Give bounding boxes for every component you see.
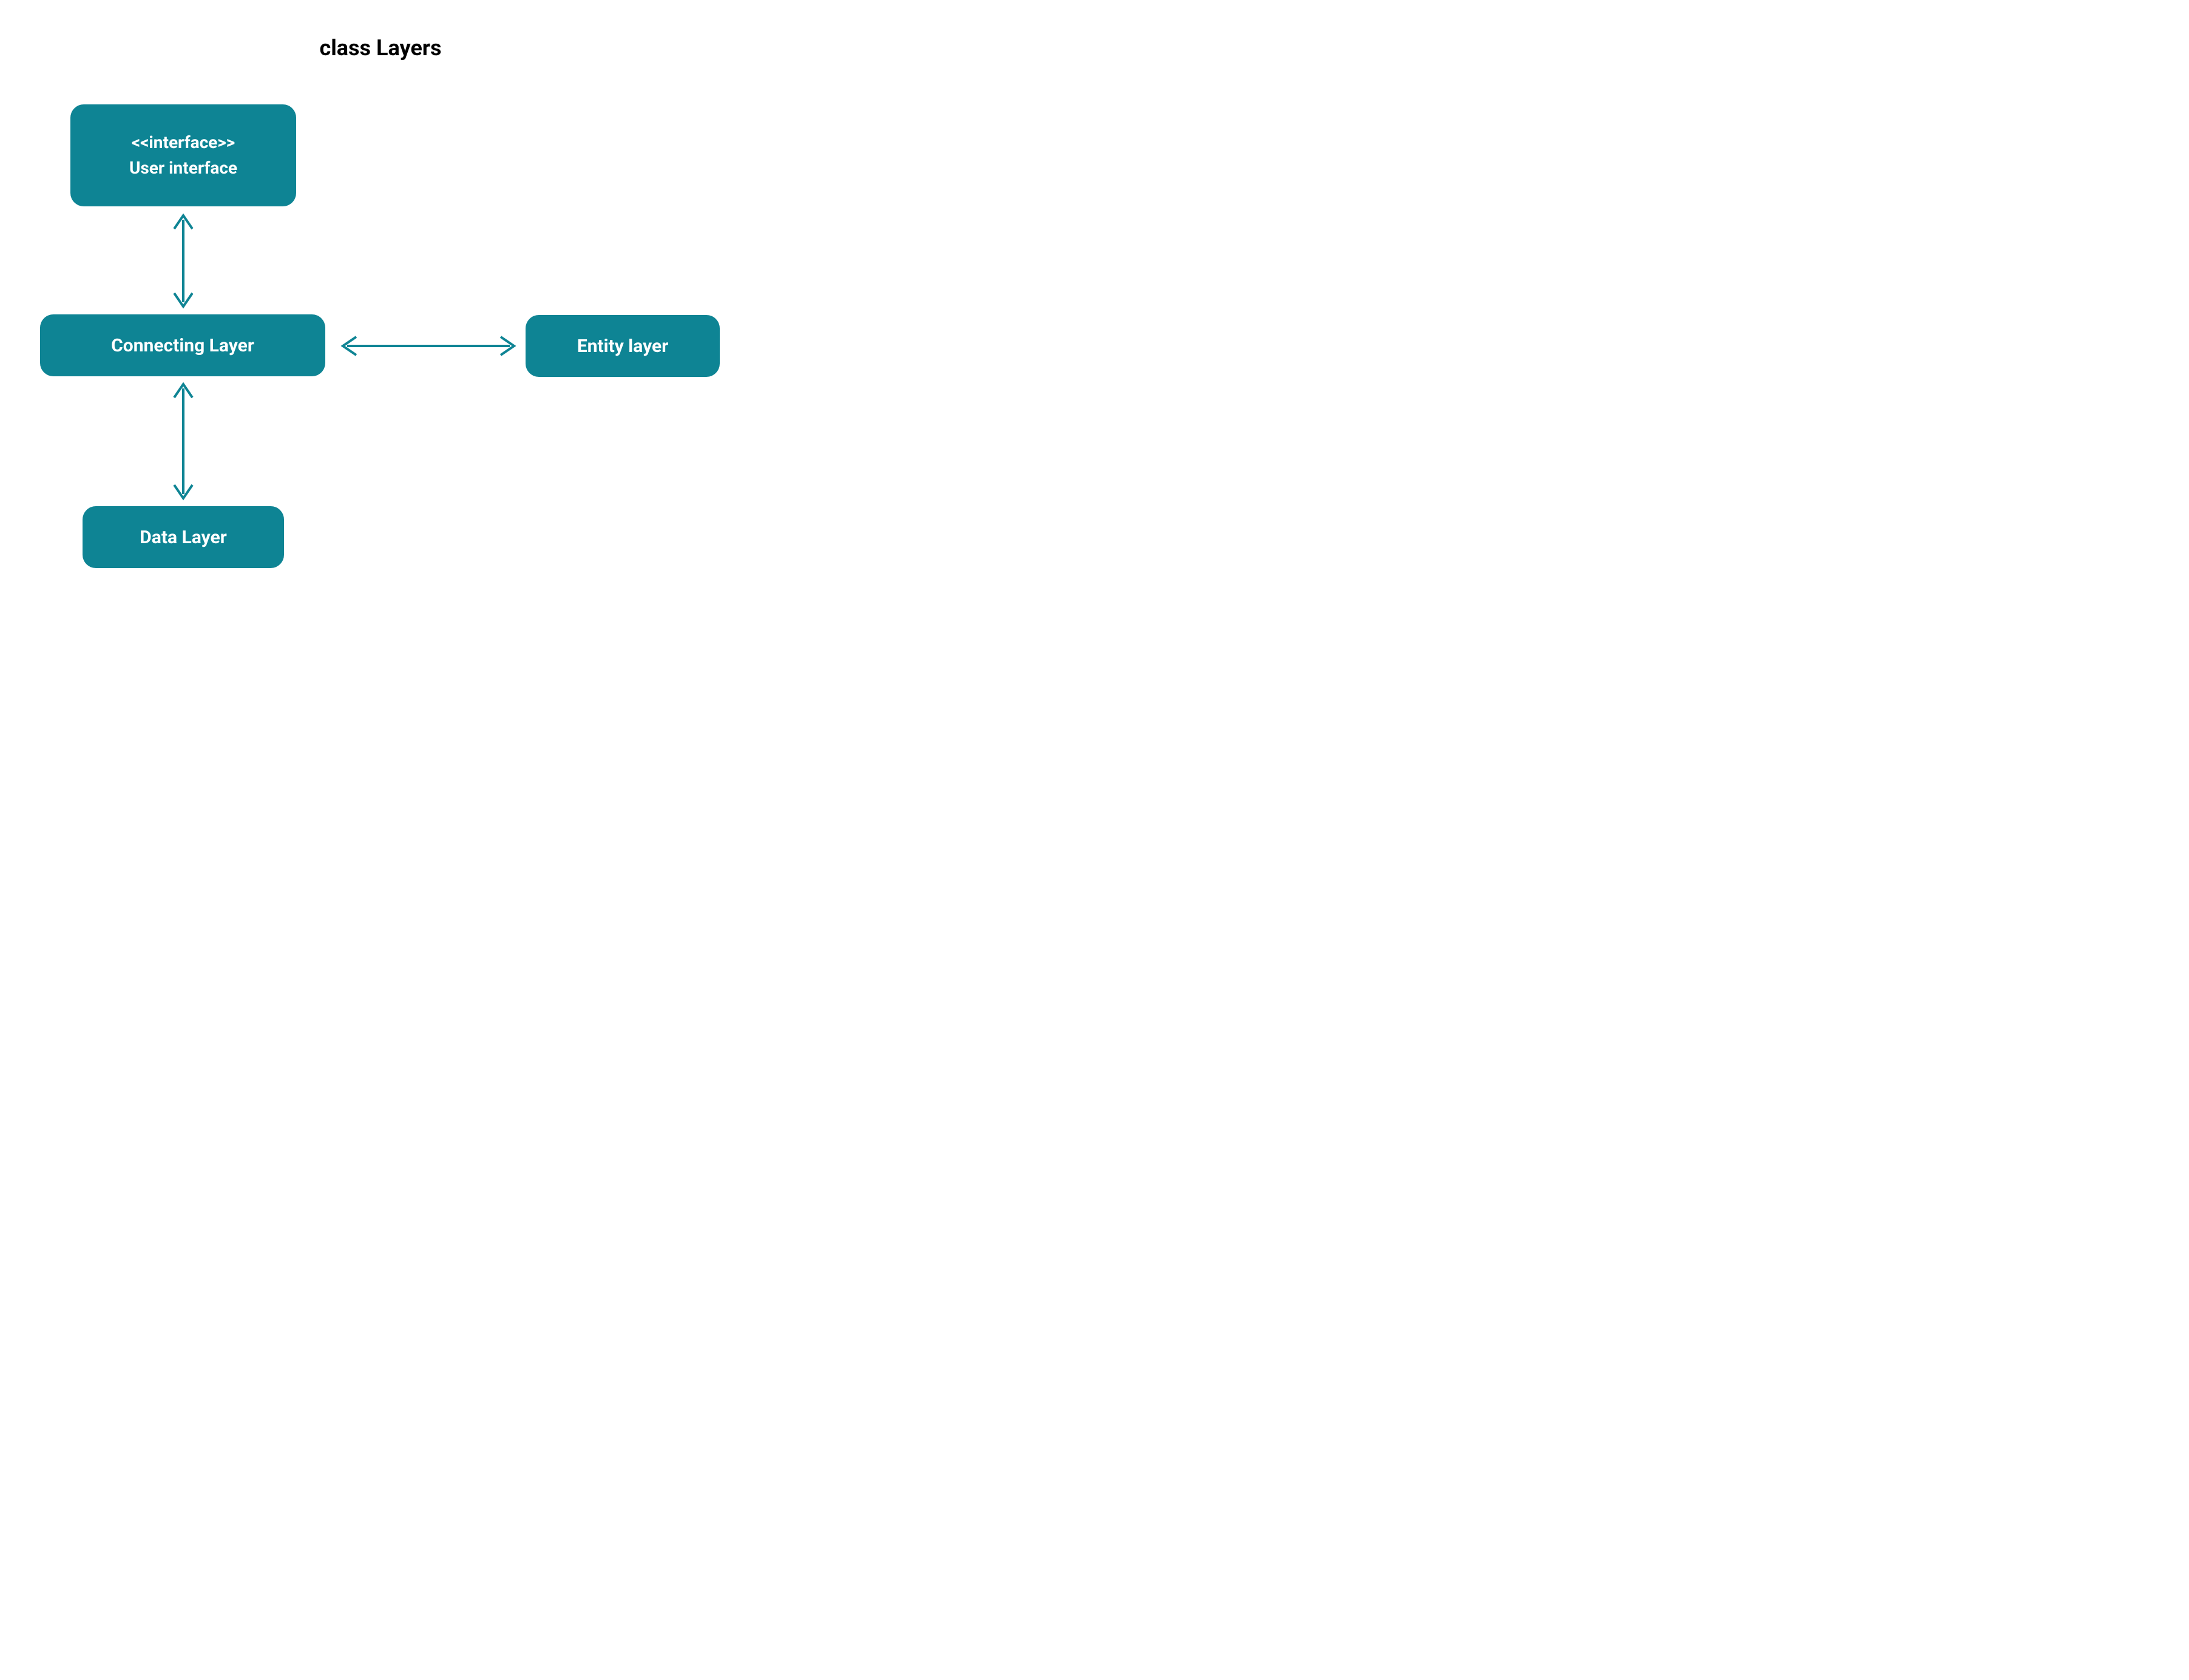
node-data-layer: Data Layer (83, 506, 284, 568)
diagram-title: class Layers (0, 35, 761, 61)
node-label: Entity layer (577, 336, 668, 357)
node-connecting-layer: Connecting Layer (40, 314, 325, 376)
node-label: Data Layer (140, 527, 226, 548)
node-label: User interface (129, 155, 237, 181)
diagram-arrows (0, 0, 761, 584)
arrow-ui-connecting (174, 215, 192, 307)
node-user-interface: <<interface>> User interface (70, 104, 296, 206)
node-entity-layer: Entity layer (526, 315, 720, 377)
node-stereotype: <<interface>> (132, 130, 235, 155)
arrow-connecting-entity (343, 337, 514, 355)
node-label: Connecting Layer (111, 335, 254, 356)
arrow-connecting-data (174, 384, 192, 498)
